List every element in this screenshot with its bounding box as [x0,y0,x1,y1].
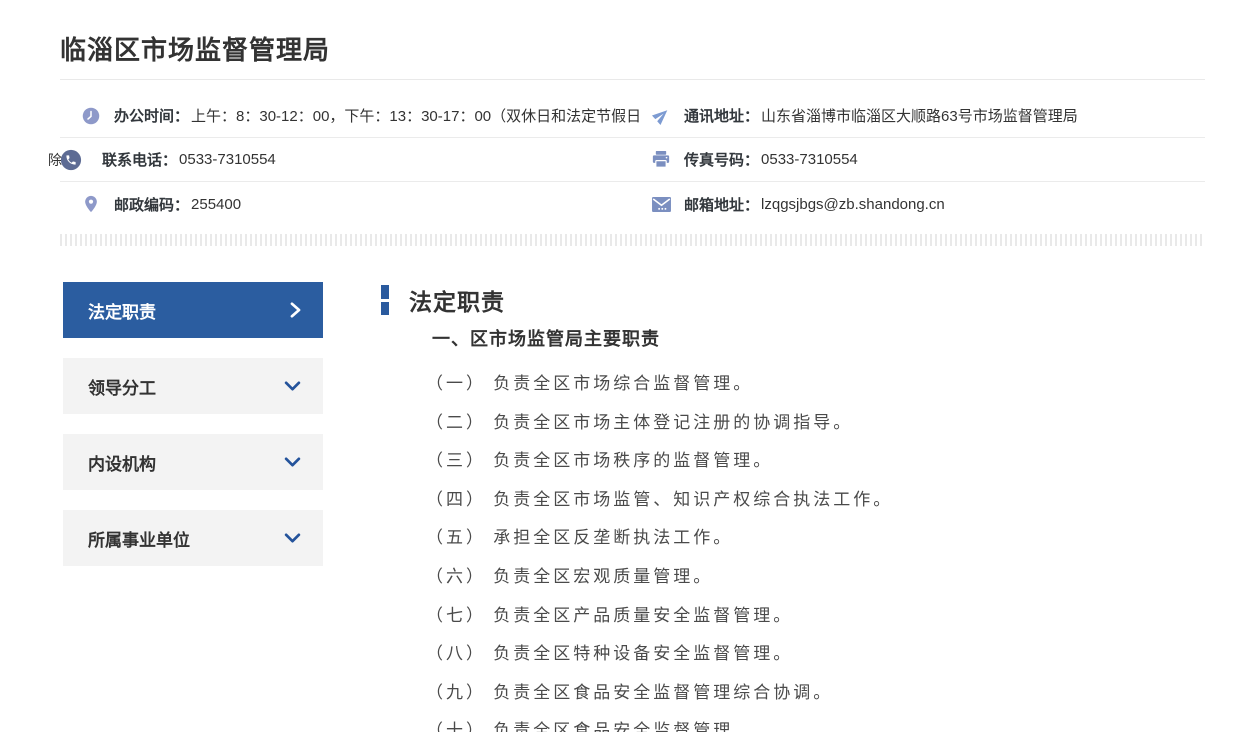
map-pin-icon [80,195,102,213]
office-hours-value: 上午：8：30-12：00，下午：13：30-17：00（双休日和法定节假日 [191,108,642,125]
contact-office-hours: 办公时间： 上午：8：30-12：00，下午：13：30-17：00（双休日和法… [60,105,648,126]
duty-item: （四） 负责全区市场监管、知识产权综合执法工作。 [426,489,894,509]
postal-code-label: 邮政编码： [114,196,190,214]
office-hours-overflow-text: 除外） [48,149,90,171]
chevron-right-icon [290,302,301,318]
duty-item: （二） 负责全区市场主体登记注册的协调指导。 [426,412,854,432]
contact-postal-code: 邮政编码： 255400 [60,194,648,215]
main-content: 法定职责 一、区市场监管局主要职责 （一） 负责全区市场综合监督管理。 （二） … [381,282,1205,732]
email-value: lzqgsjbgs@zb.shandong.cn [761,195,945,213]
fax-label: 传真号码： [684,152,760,169]
sidebar-item-label: 领导分工 [88,378,156,398]
contact-address: 通讯地址： 山东省淄博市临淄区大顺路63号市场监督管理局 [648,105,1205,126]
address-value: 山东省淄博市临淄区大顺路63号市场监督管理局 [761,108,1078,125]
sidebar-item-leadership[interactable]: 领导分工 [63,358,323,414]
duty-item: （七） 负责全区产品质量安全监督管理。 [426,605,794,625]
section-subtitle: 一、区市场监管局主要职责 [432,329,660,349]
duties-list: （一） 负责全区市场综合监督管理。 （二） 负责全区市场主体登记注册的协调指导。… [426,365,1205,732]
sidebar-item-subordinate-units[interactable]: 所属事业单位 [63,510,323,566]
sidebar-nav: 法定职责 领导分工 内设机构 所属事业单位 [63,282,323,732]
contact-row-3: 邮政编码： 255400 邮箱地址： lzqgsjbgs@zb.shandong… [60,182,1205,226]
send-icon [650,107,672,125]
phone-icon [60,149,82,171]
duty-item: （八） 负责全区特种设备安全监督管理。 [426,644,794,664]
sidebar-item-label: 内设机构 [88,454,156,474]
contact-row-2: 除外） 联系电话： 0533-7310554 传真号码： 0533-731055… [48,138,1205,182]
duty-item: （六） 负责全区宏观质量管理。 [426,566,714,586]
page-title: 临淄区市场监督管理局 [60,35,331,65]
phone-label: 联系电话： [102,152,178,169]
duty-item: （五） 承担全区反垄断执法工作。 [426,528,734,548]
section-accent-bar [381,285,389,315]
sidebar-item-internal-org[interactable]: 内设机构 [63,434,323,490]
email-label: 邮箱地址： [684,196,760,214]
mail-icon [650,196,672,212]
hatched-divider [60,234,1205,246]
duty-item: （三） 负责全区市场秩序的监督管理。 [426,451,774,471]
duty-item: （九） 负责全区食品安全监督管理综合协调。 [426,682,834,702]
fax-value: 0533-7310554 [761,151,858,168]
postal-code-value: 255400 [191,195,242,213]
contact-row-1: 办公时间： 上午：8：30-12：00，下午：13：30-17：00（双休日和法… [60,94,1205,138]
section-title: 法定职责 [409,289,505,315]
contact-info-section: 办公时间： 上午：8：30-12：00，下午：13：30-17：00（双休日和法… [48,79,1205,246]
duty-item: （一） 负责全区市场综合监督管理。 [426,374,754,393]
sidebar-item-label: 法定职责 [88,302,156,322]
chevron-down-icon [284,533,301,543]
contact-email: 邮箱地址： lzqgsjbgs@zb.shandong.cn [648,194,1205,215]
clock-icon [80,107,102,125]
sidebar-item-legal-duties[interactable]: 法定职责 [63,282,323,338]
contact-phone: 除外） 联系电话： 0533-7310554 [48,149,648,170]
page: 临淄区市场监督管理局 办公时间： 上午：8：30-12：00，下午：13：30-… [0,0,1260,732]
sidebar-item-label: 所属事业单位 [88,530,190,550]
address-label: 通讯地址： [684,108,760,125]
contact-fax: 传真号码： 0533-7310554 [648,149,1205,170]
phone-value: 0533-7310554 [179,151,276,168]
chevron-down-icon [284,381,301,391]
chevron-down-icon [284,457,301,467]
office-hours-label: 办公时间： [114,108,190,125]
fax-icon [650,151,672,168]
duty-item: （十） 负责全区食品安全监督管理。 [426,721,754,732]
